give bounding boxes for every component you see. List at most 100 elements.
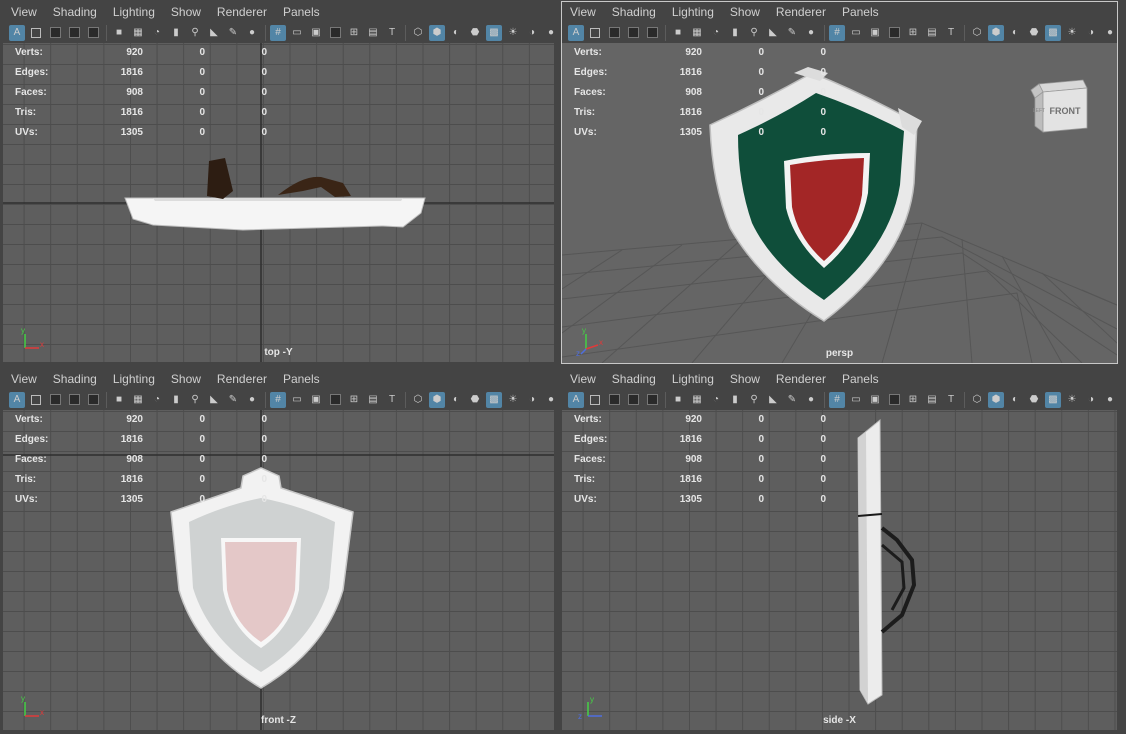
ambient-occlusion-icon[interactable]: ● xyxy=(1102,25,1117,41)
gate-mask-toggle-icon[interactable] xyxy=(886,392,902,408)
wireframe-icon[interactable]: ⬡ xyxy=(410,25,426,41)
field-chart-icon[interactable]: ⚲ xyxy=(187,25,203,41)
film-gate-toggle-icon[interactable]: ▭ xyxy=(848,392,864,408)
image-plane-icon[interactable] xyxy=(625,392,641,408)
menu-renderer[interactable]: Renderer xyxy=(768,2,834,22)
lights-icon[interactable]: ☀ xyxy=(505,392,521,408)
safe-action-icon[interactable]: ◣ xyxy=(206,25,222,41)
wireframe-icon[interactable]: ⬡ xyxy=(969,25,985,41)
menu-shading[interactable]: Shading xyxy=(604,369,664,389)
default-material-icon[interactable]: ◐ xyxy=(448,25,464,41)
menu-view[interactable]: View xyxy=(3,2,45,22)
menu-view[interactable]: View xyxy=(562,2,604,22)
tumble-icon[interactable] xyxy=(85,392,101,408)
field-chart-toggle-icon[interactable]: ⊞ xyxy=(346,392,362,408)
menu-view[interactable]: View xyxy=(562,369,604,389)
menu-lighting[interactable]: Lighting xyxy=(664,2,722,22)
camera-attributes-icon[interactable] xyxy=(587,25,603,41)
ambient-occlusion-icon[interactable]: ● xyxy=(543,392,554,408)
smooth-shade-icon[interactable]: ⬢ xyxy=(429,24,445,41)
shadows-icon[interactable]: ◑ xyxy=(1083,25,1099,41)
menu-lighting[interactable]: Lighting xyxy=(105,369,163,389)
wireframe-on-shaded-icon[interactable]: ⬣ xyxy=(467,392,483,408)
ambient-occlusion-icon[interactable]: ● xyxy=(543,25,554,41)
camera-attributes-icon[interactable] xyxy=(28,392,44,408)
lights-icon[interactable]: ☀ xyxy=(505,25,521,41)
menu-shading[interactable]: Shading xyxy=(45,2,105,22)
shadows-icon[interactable]: ◑ xyxy=(524,25,540,41)
camera-attributes-icon[interactable] xyxy=(28,25,44,41)
menu-show[interactable]: Show xyxy=(163,2,209,22)
tumble-icon[interactable] xyxy=(644,25,660,41)
viewcube[interactable]: FRONT LEFT xyxy=(1027,76,1093,136)
field-chart-toggle-icon[interactable]: ⊞ xyxy=(905,25,921,41)
menu-show[interactable]: Show xyxy=(163,369,209,389)
gate-mask-toggle-icon[interactable] xyxy=(886,25,902,41)
isolate-icon[interactable]: ● xyxy=(244,392,260,408)
bookmark-icon[interactable] xyxy=(47,392,63,408)
safe-title-icon[interactable]: T xyxy=(384,25,400,41)
menu-panels[interactable]: Panels xyxy=(834,2,887,22)
film-gate-toggle-icon[interactable]: ▭ xyxy=(848,25,864,41)
menu-renderer[interactable]: Renderer xyxy=(209,2,275,22)
viewport-side[interactable]: View Shading Lighting Show Renderer Pane… xyxy=(562,369,1117,730)
bookmark-icon[interactable] xyxy=(47,25,63,41)
lights-icon[interactable]: ☀ xyxy=(1064,392,1080,408)
safe-title-icon[interactable]: T xyxy=(943,392,959,408)
default-material-icon[interactable]: ◐ xyxy=(1007,25,1023,41)
film-gate-icon[interactable]: ▦ xyxy=(130,25,146,41)
grid-icon[interactable]: # xyxy=(270,24,286,41)
bookmark-icon[interactable] xyxy=(606,392,622,408)
smooth-shade-icon[interactable]: ⬢ xyxy=(988,24,1004,41)
field-chart-icon[interactable]: ⚲ xyxy=(746,392,762,408)
field-chart-toggle-icon[interactable]: ⊞ xyxy=(905,392,921,408)
image-plane-icon[interactable] xyxy=(66,392,82,408)
safe-title-icon[interactable]: T xyxy=(384,392,400,408)
shadows-icon[interactable]: ◑ xyxy=(1083,392,1099,408)
safe-action-icon[interactable]: ◣ xyxy=(765,392,781,408)
viewport-canvas[interactable]: Verts: 920 0 0 Edges: 1816 0 0 Faces: 908 0 0 Tri… xyxy=(3,410,554,730)
isolate-icon[interactable]: ● xyxy=(244,25,260,41)
ambient-occlusion-icon[interactable]: ● xyxy=(1102,392,1117,408)
field-chart-toggle-icon[interactable]: ⊞ xyxy=(346,25,362,41)
viewport-persp[interactable]: View Shading Lighting Show Renderer Pane… xyxy=(561,1,1118,364)
menu-lighting[interactable]: Lighting xyxy=(105,2,163,22)
resolution-gate-icon[interactable]: ◔ xyxy=(149,25,165,41)
menu-lighting[interactable]: Lighting xyxy=(664,369,722,389)
wireframe-on-shaded-icon[interactable]: ⬣ xyxy=(1026,392,1042,408)
viewport-canvas[interactable]: Verts: 920 0 0 Edges: 1816 0 0 Faces: 908 0 0 Tri… xyxy=(562,410,1117,730)
image-plane-icon[interactable] xyxy=(625,25,641,41)
resolution-toggle-icon[interactable]: ▣ xyxy=(308,25,324,41)
gate-mask-toggle-icon[interactable] xyxy=(327,392,343,408)
gate-mask-icon[interactable]: ▮ xyxy=(727,25,743,41)
grease-pencil-icon[interactable]: ✎ xyxy=(225,25,241,41)
field-chart-icon[interactable]: ⚲ xyxy=(746,25,762,41)
default-material-icon[interactable]: ◐ xyxy=(1007,392,1023,408)
grid-icon[interactable]: # xyxy=(829,24,845,41)
grid-icon[interactable]: # xyxy=(270,391,286,408)
safe-action-toggle-icon[interactable]: ▤ xyxy=(365,25,381,41)
wireframe-icon[interactable]: ⬡ xyxy=(410,392,426,408)
resolution-toggle-icon[interactable]: ▣ xyxy=(308,392,324,408)
gate-mask-icon[interactable]: ▮ xyxy=(168,392,184,408)
menu-panels[interactable]: Panels xyxy=(275,2,328,22)
gate-mask-icon[interactable]: ▮ xyxy=(168,25,184,41)
film-gate-toggle-icon[interactable]: ▭ xyxy=(289,392,305,408)
film-gate-icon[interactable]: ▦ xyxy=(130,392,146,408)
smooth-shade-icon[interactable]: ⬢ xyxy=(988,391,1004,408)
grease-pencil-icon[interactable]: ✎ xyxy=(784,25,800,41)
movie-camera-icon[interactable]: ■ xyxy=(670,25,686,41)
menu-shading[interactable]: Shading xyxy=(45,369,105,389)
resolution-toggle-icon[interactable]: ▣ xyxy=(867,392,883,408)
menu-panels[interactable]: Panels xyxy=(275,369,328,389)
isolate-icon[interactable]: ● xyxy=(803,392,819,408)
textured-icon[interactable]: ▩ xyxy=(1045,391,1061,408)
film-gate-toggle-icon[interactable]: ▭ xyxy=(289,25,305,41)
tumble-icon[interactable] xyxy=(85,25,101,41)
menu-panels[interactable]: Panels xyxy=(834,369,887,389)
gate-mask-icon[interactable]: ▮ xyxy=(727,392,743,408)
viewport-front[interactable]: View Shading Lighting Show Renderer Pane… xyxy=(3,369,554,730)
camera-attributes-icon[interactable] xyxy=(587,392,603,408)
menu-show[interactable]: Show xyxy=(722,2,768,22)
grease-pencil-icon[interactable]: ✎ xyxy=(784,392,800,408)
